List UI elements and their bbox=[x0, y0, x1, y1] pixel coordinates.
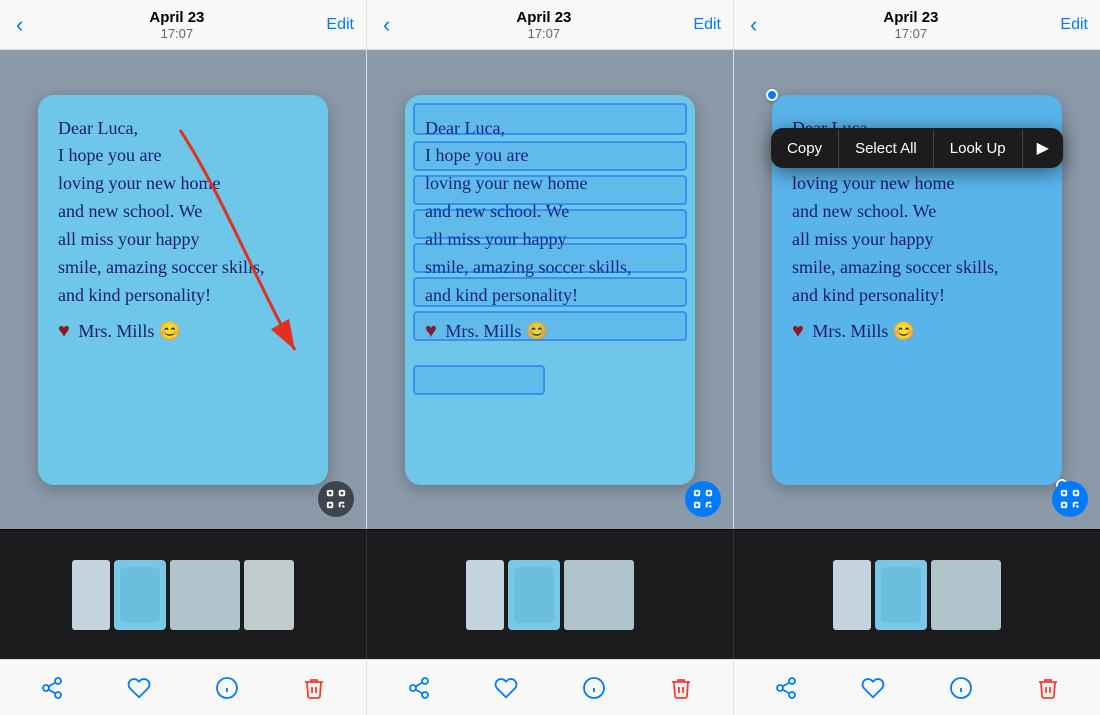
thumb-strip-2 bbox=[466, 560, 634, 630]
bottom-toolbar bbox=[0, 659, 1100, 715]
delete-button-3[interactable] bbox=[1036, 676, 1060, 700]
share-button-1[interactable] bbox=[40, 676, 64, 700]
letter-card-1: Dear Luca, I hope you are loving your ne… bbox=[38, 95, 328, 485]
thumb-panel-2[interactable] bbox=[367, 530, 734, 659]
date-title-3: April 23 bbox=[883, 9, 938, 26]
thumb-strip-3 bbox=[833, 560, 1001, 630]
back-button-2[interactable]: ‹ bbox=[379, 12, 394, 38]
thumbnail-bar bbox=[0, 529, 1100, 659]
share-icon-1 bbox=[40, 676, 64, 700]
card-wrapper-1: Dear Luca, I hope you are loving your ne… bbox=[0, 50, 366, 529]
scan-icon-1 bbox=[325, 488, 347, 510]
time-3: 17:07 bbox=[883, 26, 938, 41]
photo-panel-3[interactable]: Copy Select All Look Up ▶ Dear Luca, I h… bbox=[734, 50, 1100, 529]
info-button-3[interactable] bbox=[949, 676, 973, 700]
info-button-1[interactable] bbox=[215, 676, 239, 700]
thumb-letter-3a bbox=[875, 560, 927, 630]
copy-menu-item[interactable]: Copy bbox=[771, 130, 839, 167]
ocr-highlight-8 bbox=[413, 365, 545, 395]
heart-icon-2: ♥ bbox=[425, 320, 437, 343]
thumb-img-small-3a bbox=[833, 560, 871, 630]
info-icon-3 bbox=[949, 676, 973, 700]
photo-panel-1[interactable]: Dear Luca, I hope you are loving your ne… bbox=[0, 50, 367, 529]
heart-icon-btn-2 bbox=[494, 676, 518, 700]
trash-icon-1 bbox=[302, 676, 326, 700]
date-title-2: April 23 bbox=[516, 9, 571, 26]
scan-icon-2 bbox=[692, 488, 714, 510]
favorite-button-3[interactable] bbox=[861, 676, 885, 700]
time-1: 17:07 bbox=[149, 26, 204, 41]
trash-icon-2 bbox=[669, 676, 693, 700]
topbar-panel1: ‹ April 23 17:07 Edit bbox=[0, 0, 367, 49]
card-wrapper-3: Dear Luca, I hope you are loving your ne… bbox=[734, 50, 1100, 529]
look-up-menu-item[interactable]: Look Up bbox=[934, 130, 1023, 167]
info-icon-2 bbox=[582, 676, 606, 700]
info-button-2[interactable] bbox=[582, 676, 606, 700]
thumb-letter-inner-1a bbox=[120, 567, 160, 623]
back-button-3[interactable]: ‹ bbox=[746, 12, 761, 38]
thumb-letter-2a bbox=[508, 560, 560, 630]
signature-3: ♥ Mrs. Mills 😊 bbox=[792, 320, 1042, 343]
thumb-strip-1 bbox=[72, 560, 294, 630]
heart-icon-1: ♥ bbox=[58, 320, 70, 343]
trash-icon-3 bbox=[1036, 676, 1060, 700]
date-center-1: April 23 17:07 bbox=[149, 9, 204, 41]
scan-button-2[interactable] bbox=[685, 481, 721, 517]
thumb-img-small-2a bbox=[466, 560, 504, 630]
thumb-letter-inner-3a bbox=[881, 567, 921, 623]
thumb-img-small-1b bbox=[170, 560, 240, 630]
date-center-3: April 23 17:07 bbox=[883, 9, 938, 41]
edit-button-3[interactable]: Edit bbox=[1060, 16, 1088, 34]
heart-icon-btn-1 bbox=[127, 676, 151, 700]
favorite-button-2[interactable] bbox=[494, 676, 518, 700]
favorite-button-1[interactable] bbox=[127, 676, 151, 700]
context-menu: Copy Select All Look Up ▶ bbox=[771, 128, 1063, 168]
info-icon-1 bbox=[215, 676, 239, 700]
signature-1: ♥ Mrs. Mills 😊 bbox=[58, 320, 308, 343]
date-center-2: April 23 17:07 bbox=[516, 9, 571, 41]
photo-panel-2[interactable]: Dear Luca, I hope you are loving your ne… bbox=[367, 50, 734, 529]
thumb-img-small-3b bbox=[931, 560, 1001, 630]
thumb-letter-1a bbox=[114, 560, 166, 630]
thumb-img-small-1c bbox=[244, 560, 294, 630]
scan-icon-3 bbox=[1059, 488, 1081, 510]
main-photos: Dear Luca, I hope you are loving your ne… bbox=[0, 50, 1100, 529]
delete-button-1[interactable] bbox=[302, 676, 326, 700]
more-menu-item[interactable]: ▶ bbox=[1023, 128, 1063, 168]
edit-button-1[interactable]: Edit bbox=[326, 16, 354, 34]
tool-panel-3 bbox=[734, 660, 1100, 715]
time-2: 17:07 bbox=[516, 26, 571, 41]
date-title-1: April 23 bbox=[149, 9, 204, 26]
delete-button-2[interactable] bbox=[669, 676, 693, 700]
back-button-1[interactable]: ‹ bbox=[12, 12, 27, 38]
top-bars-container: ‹ April 23 17:07 Edit ‹ April 23 17:07 E… bbox=[0, 0, 1100, 50]
thumb-panel-1[interactable] bbox=[0, 530, 367, 659]
topbar-panel3: ‹ April 23 17:07 Edit bbox=[734, 0, 1100, 49]
topbar-panel2: ‹ April 23 17:07 Edit bbox=[367, 0, 734, 49]
letter-card-2: Dear Luca, I hope you are loving your ne… bbox=[405, 95, 695, 485]
share-button-3[interactable] bbox=[774, 676, 798, 700]
signature-2: ♥ Mrs. Mills 😊 bbox=[425, 320, 675, 343]
heart-icon-btn-3 bbox=[861, 676, 885, 700]
heart-icon-3: ♥ bbox=[792, 320, 804, 343]
letter-text-2: Dear Luca, I hope you are loving your ne… bbox=[425, 115, 675, 310]
thumb-panel-3[interactable] bbox=[734, 530, 1100, 659]
scan-button-1[interactable] bbox=[318, 481, 354, 517]
thumb-letter-inner-2a bbox=[514, 567, 554, 623]
scan-button-3[interactable] bbox=[1052, 481, 1088, 517]
share-icon-3 bbox=[774, 676, 798, 700]
share-icon-2 bbox=[407, 676, 431, 700]
tool-panel-1 bbox=[0, 660, 367, 715]
card-wrapper-2: Dear Luca, I hope you are loving your ne… bbox=[367, 50, 733, 529]
letter-text-1: Dear Luca, I hope you are loving your ne… bbox=[58, 115, 308, 310]
share-button-2[interactable] bbox=[407, 676, 431, 700]
tool-panel-2 bbox=[367, 660, 734, 715]
select-all-menu-item[interactable]: Select All bbox=[839, 130, 934, 167]
selection-dot-topleft bbox=[766, 89, 778, 101]
thumb-img-small-1a bbox=[72, 560, 110, 630]
edit-button-2[interactable]: Edit bbox=[693, 16, 721, 34]
thumb-img-small-2b bbox=[564, 560, 634, 630]
